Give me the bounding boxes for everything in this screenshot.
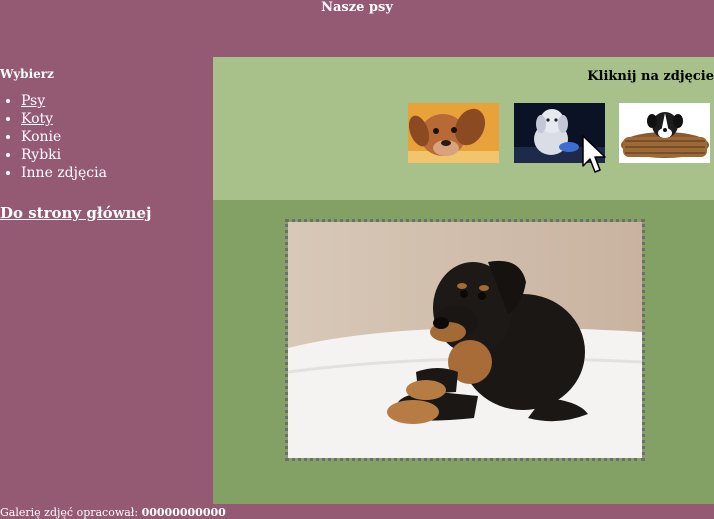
menu-link-psy[interactable]: Psy xyxy=(21,93,45,109)
main-panel xyxy=(213,200,714,504)
menu-item-koty: Koty xyxy=(21,110,210,128)
home-link[interactable]: Do strony głównej xyxy=(0,204,210,222)
thumbnail-brown-puppy[interactable] xyxy=(408,103,499,163)
menu-item-psy: Psy xyxy=(21,92,210,110)
main-photo xyxy=(285,219,645,461)
thumbnail-basket-puppy[interactable] xyxy=(619,103,710,163)
footer: Galerię zdjęć opracował: 00000000000 xyxy=(0,506,226,519)
menu-link-koty[interactable]: Koty xyxy=(21,111,53,127)
rottweiler-puppy-image xyxy=(288,222,642,458)
category-menu: Psy Koty Konie Rybki Inne zdjęcia xyxy=(0,92,210,182)
thumbnails-panel: Kliknij na zdjęcie xyxy=(213,57,714,200)
menu-item-inne: Inne zdjęcia xyxy=(21,164,210,182)
sidebar: Wybierz Psy Koty Konie Rybki Inne zdjęci… xyxy=(0,67,210,222)
basket-puppy-image xyxy=(619,103,710,163)
menu-item-konie: Konie xyxy=(21,128,210,146)
page-title: Nasze psy xyxy=(321,0,393,15)
footer-author-id: 00000000000 xyxy=(141,506,226,519)
click-hint: Kliknij na zdjęcie xyxy=(587,69,714,84)
menu-item-rybki: Rybki xyxy=(21,146,210,164)
sidebar-title: Wybierz xyxy=(0,67,54,81)
footer-author-label: Galerię zdjęć opracował: xyxy=(0,506,139,519)
brown-puppy-image xyxy=(408,103,499,163)
page-header: Nasze psy xyxy=(0,0,714,16)
mouse-cursor-icon xyxy=(582,135,606,173)
